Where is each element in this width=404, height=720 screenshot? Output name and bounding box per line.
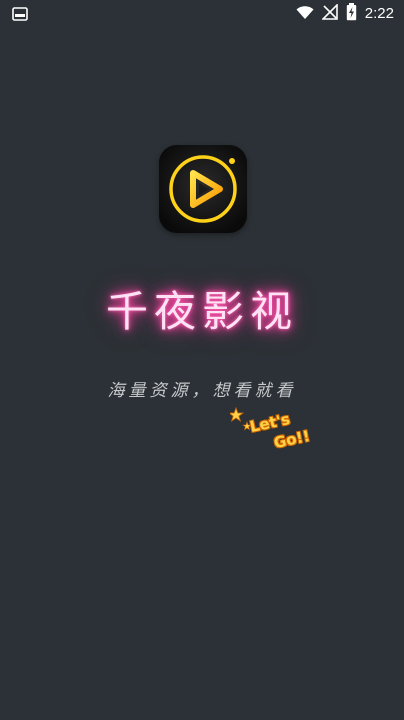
lets-go-badge: Let's Go!! bbox=[230, 406, 330, 466]
status-time: 2:22 bbox=[364, 5, 394, 22]
screen-icon bbox=[12, 6, 28, 21]
slogan-text: 海量资源，想看就看 bbox=[107, 381, 297, 401]
badge-line2: Go!! bbox=[272, 426, 312, 452]
status-bar: 2:22 bbox=[0, 0, 404, 28]
app-name-title: 千夜影视 bbox=[105, 287, 298, 336]
battery-charging-icon bbox=[346, 3, 357, 25]
signal-icon bbox=[320, 3, 338, 24]
app-logo-icon bbox=[159, 145, 247, 233]
wifi-icon bbox=[296, 5, 314, 24]
